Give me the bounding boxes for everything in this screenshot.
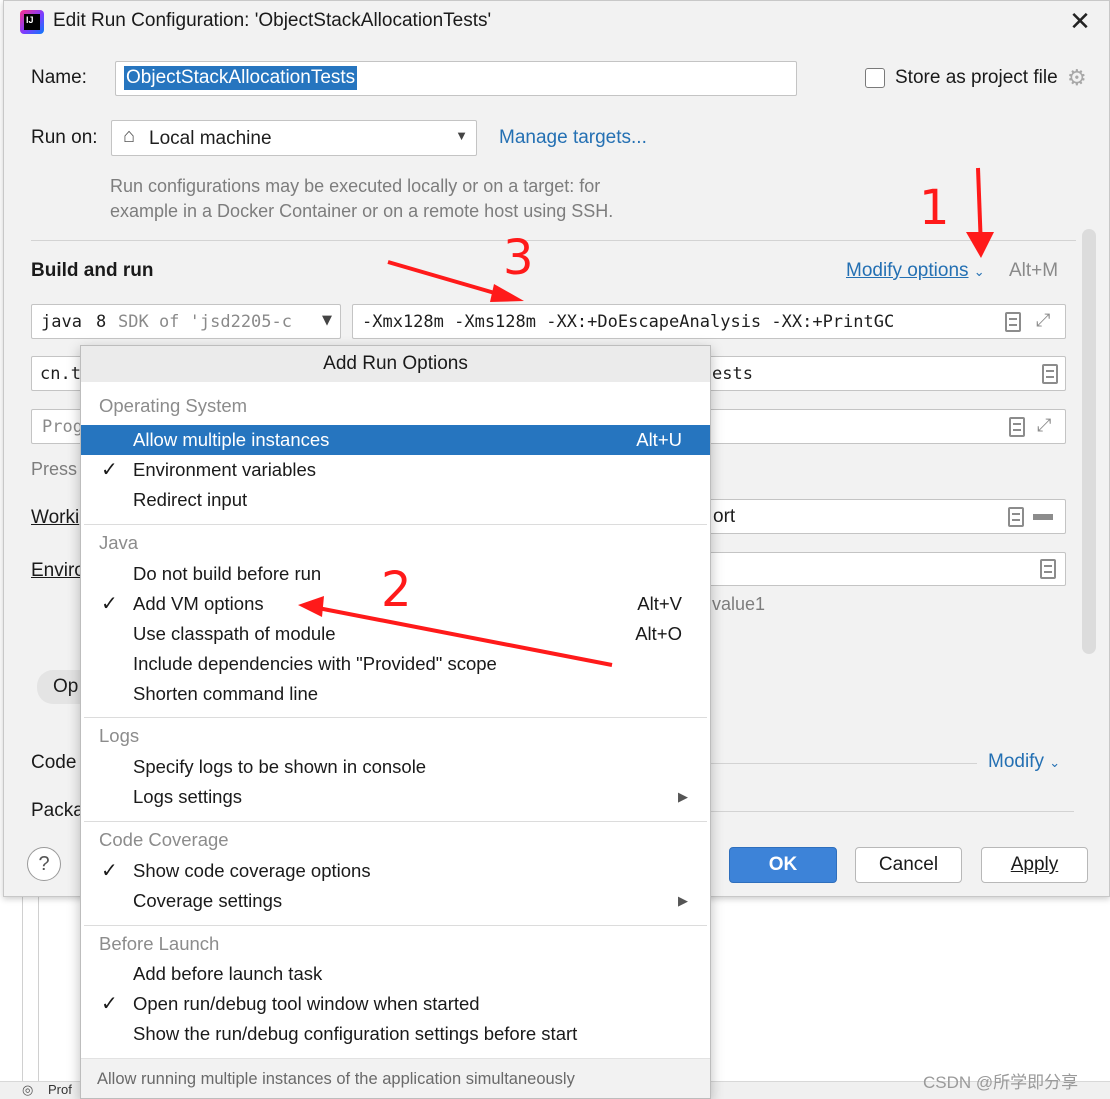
annotation-number-1: 1 bbox=[919, 180, 950, 236]
annotation-overlay bbox=[298, 167, 994, 667]
annotation-arrowhead-3 bbox=[490, 284, 524, 302]
csdn-watermark: CSDN @所学即分享 bbox=[923, 1073, 1079, 1092]
annotation-number-3: 3 bbox=[503, 230, 534, 286]
annotation-arrowhead-2 bbox=[298, 596, 324, 617]
annotation-arrow-2 bbox=[317, 606, 613, 667]
annotation-arrowhead-1 bbox=[966, 232, 994, 258]
annotation-number-2: 2 bbox=[381, 562, 412, 618]
annotation-arrow-3 bbox=[387, 260, 506, 298]
